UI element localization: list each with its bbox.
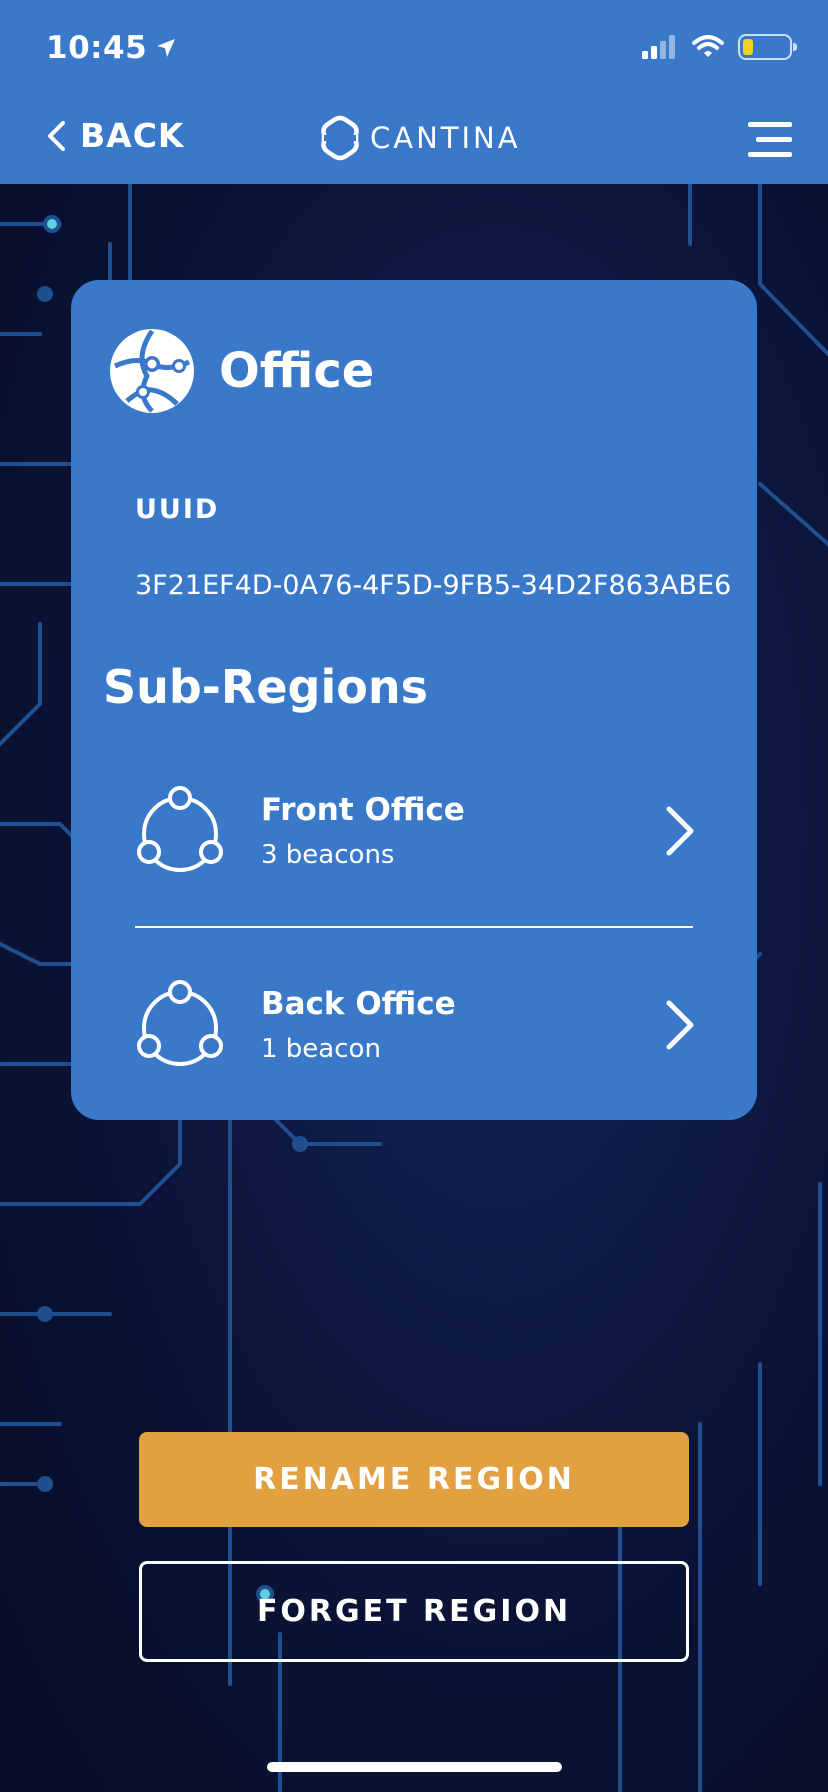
- sub-region-name: Front Office: [261, 792, 465, 828]
- menu-line-3: [748, 152, 792, 157]
- home-indicator[interactable]: [267, 1762, 562, 1772]
- region-globe-icon: [110, 329, 194, 413]
- chevron-right-icon: [666, 806, 694, 856]
- region-header: Office: [107, 326, 374, 416]
- region-card: Office UUID 3F21EF4D-0A76-4F5D-9FB5-34D2…: [71, 280, 757, 1120]
- sub-regions-title: Sub-Regions: [103, 660, 428, 714]
- sub-region-icon: [137, 980, 223, 1066]
- location-arrow-icon: [157, 39, 176, 57]
- chevron-right-icon: [666, 1000, 694, 1050]
- sub-region-icon: [137, 786, 223, 872]
- forget-region-button[interactable]: FORGET REGION: [139, 1561, 689, 1662]
- region-name: Office: [219, 343, 375, 399]
- hamburger-menu-button[interactable]: [746, 122, 792, 158]
- sub-region-count: 3 beacons: [261, 840, 395, 870]
- rename-region-button[interactable]: RENAME REGION: [139, 1432, 689, 1527]
- battery-icon: [738, 34, 797, 60]
- menu-line-1: [748, 122, 792, 127]
- sub-region-item-front-office[interactable]: Front Office 3 beacons: [135, 756, 695, 906]
- sub-region-count: 1 beacon: [261, 1034, 381, 1064]
- battery-level: [743, 39, 753, 55]
- back-label: BACK: [80, 116, 185, 155]
- sub-region-text: Back Office 1 beacon: [261, 986, 665, 1064]
- signal-icon: [642, 35, 675, 59]
- status-time: 10:45: [46, 30, 177, 66]
- sub-region-text: Front Office 3 beacons: [261, 792, 665, 870]
- brand-logo: CANTINA: [316, 114, 521, 162]
- top-bar: 10:45 BACK CANTINA: [0, 0, 828, 184]
- uuid-label: UUID: [135, 494, 220, 525]
- status-icons: [642, 34, 797, 60]
- wifi-icon: [692, 35, 724, 57]
- menu-line-2: [756, 137, 792, 142]
- chevron-left-icon: [48, 120, 65, 151]
- brand-name: CANTINA: [370, 121, 521, 155]
- sub-region-divider: [135, 926, 693, 928]
- sub-region-name: Back Office: [261, 986, 456, 1022]
- back-button[interactable]: BACK: [46, 116, 184, 155]
- uuid-value: 3F21EF4D-0A76-4F5D-9FB5-34D2F863ABE6: [135, 570, 732, 601]
- cantina-logo-icon: [321, 115, 359, 161]
- status-time-text: 10:45: [46, 30, 148, 66]
- sub-region-item-back-office[interactable]: Back Office 1 beacon: [135, 950, 695, 1100]
